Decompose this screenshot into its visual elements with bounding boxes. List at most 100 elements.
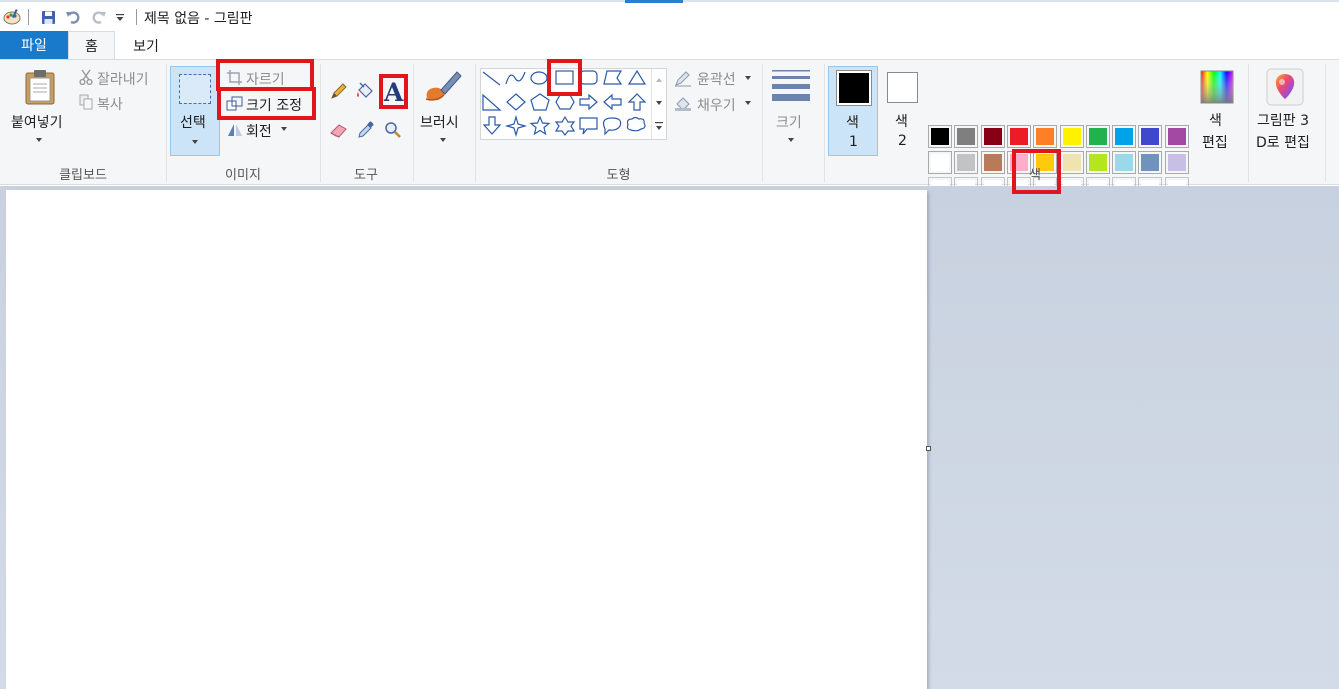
palette-swatch[interactable] <box>1165 151 1189 174</box>
edit-colors-line1[interactable]: 색 <box>1209 110 1222 130</box>
fill-button[interactable]: 채우기 <box>697 95 736 115</box>
pentagon-shape-icon <box>530 93 550 111</box>
rectangle-shape-icon <box>555 70 574 85</box>
color2-number: 2 <box>898 133 907 149</box>
paste-icon[interactable] <box>22 68 58 106</box>
group-label-shapes: 도형 <box>606 168 631 183</box>
tab-view[interactable]: 보기 <box>120 31 172 60</box>
scissors-icon <box>78 68 94 86</box>
edit-colors-line2[interactable]: 편집 <box>1202 132 1228 152</box>
outline-dropdown-icon[interactable] <box>745 76 751 80</box>
canvas-resize-handle-right[interactable] <box>926 446 931 451</box>
shapes-gallery-icons <box>482 69 647 138</box>
tab-home[interactable]: 홈 <box>68 31 115 60</box>
color-picker-icon[interactable] <box>355 119 377 141</box>
cloud-callout-shape-icon <box>626 116 646 132</box>
fill-icon <box>673 95 693 113</box>
rotate-button[interactable]: 회전 <box>246 121 272 141</box>
save-icon[interactable] <box>38 8 58 26</box>
group-separator <box>413 64 414 182</box>
title-accent <box>625 0 683 3</box>
copy-button[interactable]: 복사 <box>97 94 123 114</box>
tab-file[interactable]: 파일 <box>0 31 68 59</box>
redo-icon[interactable] <box>89 8 109 26</box>
size-button[interactable]: 크기 <box>776 112 802 132</box>
paint3d-line1[interactable]: 그림판 3 <box>1257 110 1309 130</box>
brushes-dropdown-icon[interactable] <box>440 138 446 142</box>
title-separator <box>136 9 137 25</box>
size-dropdown-icon[interactable] <box>788 138 794 142</box>
crop-icon <box>225 68 243 86</box>
customize-qat-icon[interactable] <box>113 8 127 26</box>
group-separator <box>1248 64 1249 182</box>
color1-swatch <box>839 73 869 103</box>
ribbon-tabs: 파일 홈 보기 <box>0 31 1339 60</box>
ribbon: 붙여넣기 잘라내기 복사 클립보드 선택 자르기 크기 조정 회전 이미지 A … <box>0 59 1339 200</box>
paste-dropdown-icon[interactable] <box>36 138 42 142</box>
text-tool-icon[interactable]: A <box>380 77 406 105</box>
select-icon <box>179 74 211 104</box>
edit-colors-icon[interactable] <box>1199 69 1235 105</box>
palette-swatch-fill <box>931 154 949 171</box>
palette-swatch-fill <box>1168 128 1186 145</box>
title-separator <box>28 9 29 25</box>
palette-swatch[interactable] <box>954 151 978 174</box>
pencil-icon[interactable] <box>328 80 350 102</box>
paint3d-line2[interactable]: D로 편집 <box>1256 132 1310 152</box>
polygon-shape-icon <box>603 70 623 85</box>
shapes-scrollbar[interactable] <box>651 69 666 139</box>
crop-button[interactable]: 자르기 <box>246 69 285 89</box>
fill-bucket-icon[interactable] <box>354 80 376 102</box>
palette-swatch[interactable] <box>1086 125 1110 148</box>
right-arrow-shape-icon <box>579 93 598 111</box>
paint-app-icon[interactable] <box>2 8 22 26</box>
palette-swatch[interactable] <box>1007 125 1031 148</box>
size-icon[interactable] <box>771 69 811 103</box>
palette-swatch-fill <box>1141 128 1159 145</box>
paint3d-icon[interactable] <box>1266 68 1304 106</box>
gallery-expand-icon <box>656 126 662 130</box>
palette-swatch[interactable] <box>954 125 978 148</box>
window-title: 제목 없음 - 그림판 <box>144 11 253 27</box>
palette-swatch-fill <box>984 128 1002 145</box>
palette-swatch-fill <box>1168 154 1186 171</box>
color1-button[interactable]: 색 1 <box>828 66 878 156</box>
drawing-canvas[interactable] <box>6 190 927 689</box>
color2-label: 색 <box>895 114 908 130</box>
undo-icon[interactable] <box>63 8 83 26</box>
up-arrow-shape-icon <box>627 93 647 111</box>
group-label-tools: 도구 <box>354 168 378 183</box>
palette-swatch[interactable] <box>1112 125 1136 148</box>
select-button[interactable]: 선택 <box>170 66 220 156</box>
paste-button[interactable]: 붙여넣기 <box>11 112 63 132</box>
magnifier-icon[interactable] <box>382 119 404 141</box>
rotate-dropdown-icon[interactable] <box>281 127 287 131</box>
select-dropdown-icon <box>192 140 198 144</box>
color2-button[interactable]: 색 2 <box>880 66 924 156</box>
down-arrow-shape-icon <box>482 116 502 135</box>
palette-swatch[interactable] <box>1138 151 1162 174</box>
palette-swatch[interactable] <box>928 125 952 148</box>
diamond-shape-icon <box>506 93 526 111</box>
palette-swatch-fill <box>1089 128 1107 145</box>
palette-swatch[interactable] <box>928 151 952 174</box>
resize-button[interactable]: 크기 조정 <box>246 95 302 115</box>
palette-swatch[interactable] <box>1086 151 1110 174</box>
eraser-icon[interactable] <box>328 119 350 141</box>
palette-swatch[interactable] <box>1165 125 1189 148</box>
palette-swatch[interactable] <box>1112 151 1136 174</box>
cut-button[interactable]: 잘라내기 <box>97 69 149 89</box>
triangle-shape-icon <box>627 69 647 85</box>
palette-swatch[interactable] <box>1138 125 1162 148</box>
palette-swatch[interactable] <box>981 125 1005 148</box>
brushes-icon[interactable] <box>423 68 463 106</box>
brushes-button[interactable]: 브러시 <box>420 112 459 132</box>
outline-button[interactable]: 윤곽선 <box>697 69 736 89</box>
rounded-rectangle-shape-icon <box>579 70 598 85</box>
six-point-star-shape-icon <box>554 115 576 136</box>
group-label-colors: 색 <box>1029 168 1041 183</box>
palette-swatch[interactable] <box>1033 125 1057 148</box>
fill-dropdown-icon[interactable] <box>745 101 751 105</box>
right-triangle-shape-icon <box>482 93 502 111</box>
palette-swatch[interactable] <box>1060 125 1084 148</box>
